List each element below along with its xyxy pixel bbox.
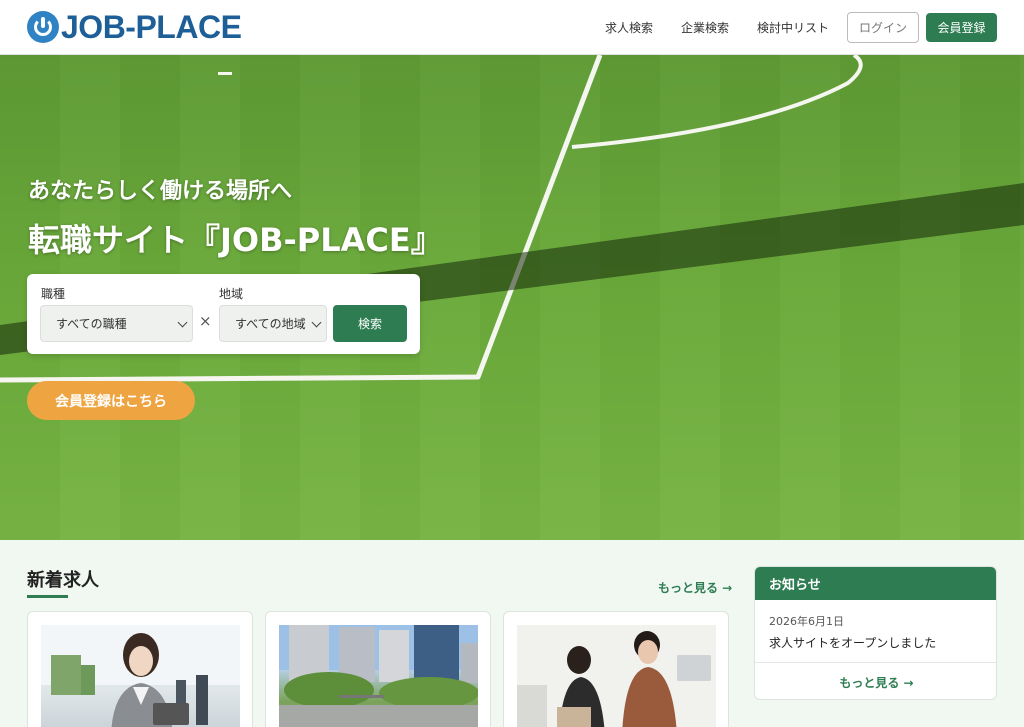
hero-title: 転職サイト『JOB-PLACE』	[28, 221, 443, 259]
area-select[interactable]: すべての地域	[219, 305, 327, 342]
job-type-label: 職種	[41, 287, 66, 301]
job-card-image	[279, 625, 478, 727]
area-label: 地域	[219, 287, 244, 301]
heading-underline	[27, 595, 68, 598]
site-logo[interactable]: JOB-PLACE	[27, 8, 242, 45]
power-icon	[27, 11, 59, 43]
login-button[interactable]: ログイン	[847, 12, 919, 43]
site-header: JOB-PLACE 求人検索 企業検索 検討中リスト ログイン 会員登録	[0, 0, 1024, 55]
chevron-down-icon	[177, 317, 188, 328]
nav-saved-list[interactable]: 検討中リスト	[757, 19, 829, 36]
times-separator: ×	[199, 312, 212, 330]
register-button[interactable]: 会員登録	[926, 13, 997, 42]
job-card[interactable]	[27, 611, 253, 727]
hero-banner: あなたらしく働ける場所へ 転職サイト『JOB-PLACE』 職種 地域 すべての…	[0, 55, 1024, 540]
new-jobs-heading: 新着求人	[27, 570, 99, 591]
job-type-select[interactable]: すべての職種	[40, 305, 193, 342]
register-cta-button[interactable]: 会員登録はこちら	[27, 381, 195, 420]
job-card[interactable]	[503, 611, 729, 727]
notice-heading: お知らせ	[755, 567, 996, 600]
job-card-image	[517, 625, 716, 727]
notice-panel: お知らせ 2026年6月1日 求人サイトをオープンしました もっと見る →	[754, 566, 997, 700]
notice-item-link[interactable]: 求人サイトをオープンしました	[769, 634, 936, 651]
divider	[755, 662, 996, 663]
job-card[interactable]	[265, 611, 491, 727]
chevron-down-icon	[311, 317, 322, 328]
notice-date: 2026年6月1日	[769, 615, 844, 628]
nav-company-search[interactable]: 企業検索	[681, 19, 729, 36]
job-type-value: すべての職種	[56, 317, 127, 331]
hero-subtitle: あなたらしく働ける場所へ	[28, 179, 293, 204]
area-value: すべての地域	[235, 317, 306, 331]
nav-job-search[interactable]: 求人検索	[605, 19, 653, 36]
notice-more-link[interactable]: もっと見る →	[755, 674, 996, 691]
job-search-form: 職種 地域 すべての職種 × すべての地域 検索	[27, 274, 420, 354]
job-card-image	[41, 625, 240, 727]
new-jobs-more-link[interactable]: もっと見る →	[658, 579, 732, 596]
search-button[interactable]: 検索	[333, 305, 407, 342]
logo-text: JOB-PLACE	[61, 8, 242, 45]
